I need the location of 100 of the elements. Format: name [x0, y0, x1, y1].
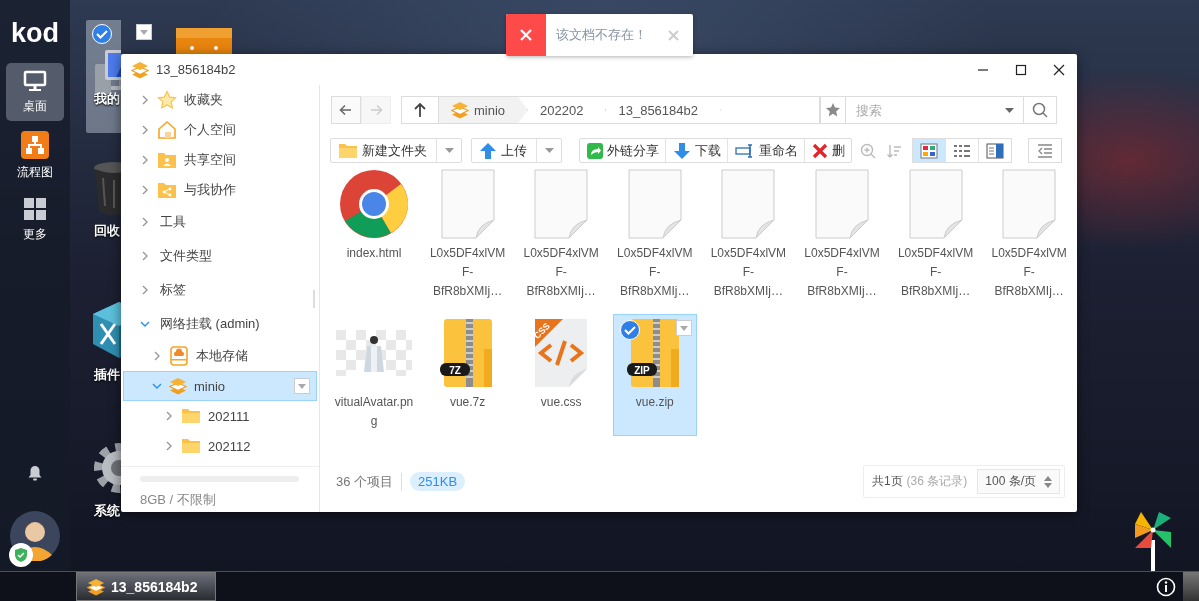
error-x-icon	[520, 29, 532, 41]
upload-arrow-icon	[479, 141, 497, 160]
file-item[interactable]: L0x5DF4xlVMF-BfR8bXMIj…	[987, 165, 1072, 306]
shortcut-label: 插件	[94, 366, 120, 384]
list-view-icon	[953, 142, 971, 159]
taskbar-button[interactable]: 13_856184b2	[76, 572, 216, 601]
search-button[interactable]	[1024, 96, 1057, 124]
file-item[interactable]: index.html	[332, 165, 416, 306]
page-size-select[interactable]: 100 条/页	[977, 469, 1060, 494]
toolbar-button[interactable]: 重命名	[728, 139, 805, 162]
view-button[interactable]	[913, 139, 946, 162]
file-item[interactable]: L0x5DF4xlVMF-BfR8bXMIj…	[893, 165, 978, 306]
tree-item[interactable]: 202112	[123, 431, 317, 461]
scrollbar[interactable]	[313, 290, 315, 308]
layers-icon	[131, 60, 149, 79]
caret-icon	[140, 29, 148, 35]
layers-icon	[451, 101, 469, 119]
breadcrumb[interactable]: 13_856184b2	[606, 97, 721, 123]
download-arrow-icon	[673, 141, 691, 160]
folder-share-icon	[157, 181, 177, 199]
tree-item[interactable]: 202111	[123, 401, 317, 431]
star-icon	[825, 102, 841, 118]
caret-icon	[679, 325, 688, 331]
share-link-icon	[587, 142, 603, 159]
up-arrow-icon	[413, 102, 427, 118]
file-item[interactable]: vitualAvatar.png	[332, 314, 416, 436]
tree-item[interactable]: 收藏夹	[123, 85, 317, 115]
star-icon	[157, 90, 177, 110]
toolbar-button[interactable]: 删	[805, 139, 851, 162]
flowchart-icon	[21, 131, 49, 159]
dock-item[interactable]: 桌面	[6, 63, 64, 121]
dock-item[interactable]: 流程图	[6, 127, 64, 185]
maximize-icon[interactable]	[1015, 63, 1027, 76]
home-icon	[157, 120, 177, 140]
file-item[interactable]: L0x5DF4xlVMF-BfR8bXMIj…	[799, 165, 884, 306]
pinwheel-icon[interactable]	[1133, 510, 1173, 572]
icon-view-icon	[920, 142, 938, 159]
collapse-button[interactable]	[1028, 138, 1062, 163]
toolbar-button[interactable]: 下载	[666, 139, 728, 162]
folder-icon	[181, 408, 201, 424]
storage-drive-icon	[169, 346, 189, 366]
rename-icon	[735, 142, 755, 159]
file-item[interactable]: L0x5DF4xlVMF-BfR8bXMIj…	[425, 165, 510, 306]
logo: kod	[11, 17, 59, 49]
size-badge: 251KB	[410, 472, 466, 491]
item-count: 36 个项目	[336, 472, 403, 491]
show-desktop-button[interactable]	[1183, 572, 1199, 601]
toolbar-button[interactable]: 上传	[472, 139, 561, 162]
grid-icon	[23, 197, 47, 221]
check-icon	[92, 24, 112, 44]
tree-item[interactable]: 文件类型	[123, 239, 317, 273]
close-icon[interactable]	[1053, 63, 1065, 76]
tree-item[interactable]: 共享空间	[123, 145, 317, 175]
file-item[interactable]: ZIP vue.zip	[612, 314, 697, 436]
view-mode-group[interactable]	[912, 138, 1012, 163]
tree-item[interactable]: 本地存储	[123, 341, 317, 371]
file-item[interactable]: 7Z vue.7z	[425, 314, 510, 436]
split-view-icon	[986, 142, 1004, 159]
file-item[interactable]: L0x5DF4xlVMF-BfR8bXMIj…	[706, 165, 791, 306]
page-count: 共1页	[871, 473, 903, 490]
file-item[interactable]: L0x5DF4xlVMF-BfR8bXMIj…	[519, 165, 604, 306]
desktop-monitor-icon	[23, 69, 47, 93]
caret-icon	[444, 148, 454, 153]
shortcut-label: 回收	[94, 222, 120, 240]
breadcrumb[interactable]: minio	[439, 97, 529, 123]
folder-person-icon	[157, 151, 177, 169]
delete-x-icon	[812, 142, 828, 159]
tree-item[interactable]: 标签	[123, 273, 317, 307]
folder-icon	[181, 438, 201, 454]
bell-icon[interactable]	[28, 465, 42, 481]
search-icon	[1032, 102, 1048, 118]
right-arrow-icon	[368, 102, 384, 118]
toolbar-button[interactable]: 外链分享	[580, 139, 666, 162]
layers-icon	[87, 577, 105, 596]
file-item[interactable]: L0x5DF4xlVMF-BfR8bXMIj…	[612, 165, 697, 306]
left-arrow-icon	[338, 102, 354, 118]
caret-icon	[298, 383, 306, 389]
dropdown-button[interactable]	[294, 378, 310, 394]
tree-item[interactable]: minio	[123, 371, 317, 401]
shield-badge-icon	[9, 543, 33, 567]
tree-item[interactable]: 网络挂载 (admin)	[123, 307, 317, 341]
tree-item[interactable]: 个人空间	[123, 115, 317, 145]
back-button[interactable]	[331, 96, 361, 124]
breadcrumb[interactable]: 202202	[528, 97, 607, 123]
favorite-button[interactable]	[820, 96, 845, 124]
layers-icon	[169, 377, 187, 395]
caret-icon	[544, 148, 554, 153]
tree-item[interactable]: 工具	[123, 205, 317, 239]
folder-icon	[338, 142, 358, 159]
dropdown-button[interactable]	[136, 24, 152, 40]
dock-item[interactable]: 更多	[6, 191, 64, 249]
tree-item[interactable]: 与我协作	[123, 175, 317, 205]
toolbar-button[interactable]: 新建文件夹	[331, 139, 461, 162]
check-icon	[619, 320, 640, 340]
shortcut-label: 系统	[94, 502, 120, 520]
window-title: 13_856184b2	[156, 62, 236, 77]
file-item[interactable]: CSS vue.css	[519, 314, 604, 436]
info-icon[interactable]	[1156, 576, 1176, 597]
zoom-icon[interactable]	[860, 142, 876, 159]
browser-icon	[339, 169, 409, 239]
